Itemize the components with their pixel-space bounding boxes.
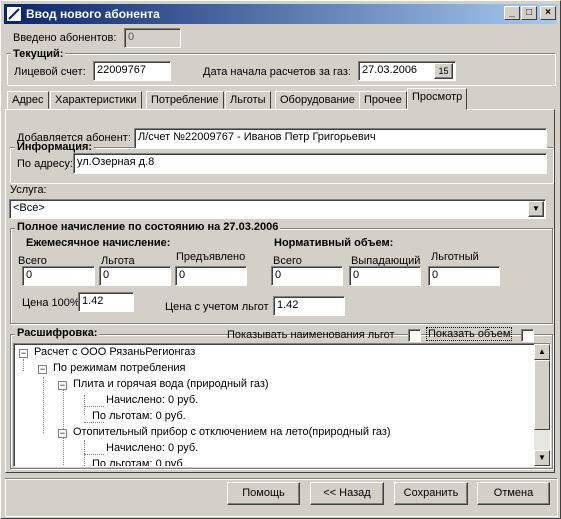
subscriber-field[interactable]: Л/счет №22009767 - Иванов Петр Григорьев… bbox=[134, 128, 547, 149]
presented-label: Предъявлено bbox=[176, 251, 246, 263]
scroll-thumb[interactable] bbox=[534, 360, 550, 430]
tree-item[interactable]: Плита и горячая вода (природный газ) bbox=[73, 378, 269, 390]
price-benefit-field[interactable]: 1.42 bbox=[273, 296, 345, 316]
decode-tree[interactable]: − Расчет с ООО РязаньРегионгаз − По режи… bbox=[13, 343, 551, 467]
account-field[interactable]: 22009767 bbox=[93, 61, 171, 81]
tree-item[interactable]: Отопительный прибор с отключением на лет… bbox=[73, 426, 391, 438]
collapse-icon[interactable]: − bbox=[38, 365, 47, 374]
tree-item[interactable]: По льготам: 0 руб. bbox=[92, 410, 186, 422]
tab-other[interactable]: Прочее bbox=[359, 91, 407, 109]
subscriber-label: Добавляется абонент: bbox=[17, 132, 131, 144]
account-label: Лицевой счет: bbox=[14, 66, 86, 78]
show-benefit-names-checkbox[interactable] bbox=[408, 329, 421, 342]
cancel-button[interactable]: Отмена bbox=[477, 482, 550, 505]
show-volume-label: Показать объем bbox=[426, 327, 513, 341]
close-button[interactable]: × bbox=[540, 6, 556, 20]
help-button[interactable]: Помощь bbox=[227, 482, 300, 505]
monthly-title: Ежемесячное начисление: bbox=[26, 237, 171, 249]
current-group-title: Текущий: bbox=[11, 48, 66, 60]
tree-item[interactable]: По льготам: 0 руб. bbox=[92, 458, 186, 466]
price100-label: Цена 100% bbox=[22, 297, 80, 309]
collapse-icon[interactable]: − bbox=[19, 349, 28, 358]
benefit-field[interactable]: 0 bbox=[99, 266, 171, 286]
maximize-button[interactable]: □ bbox=[521, 6, 537, 20]
norm-total-field[interactable]: 0 bbox=[271, 266, 343, 286]
total-field[interactable]: 0 bbox=[22, 266, 95, 286]
title-bar[interactable]: Ввод нового абонента _ □ × bbox=[4, 4, 557, 24]
dropping-field[interactable]: 0 bbox=[349, 266, 421, 286]
dialog-window: Ввод нового абонента _ □ × Введено абоне… bbox=[0, 0, 561, 519]
date-label: Дата начала расчетов за газ: bbox=[203, 66, 351, 78]
normative-title: Нормативный объем: bbox=[274, 237, 394, 249]
show-benefit-names-label: Показывать наименования льгот bbox=[227, 329, 395, 341]
tree-scrollbar[interactable]: ▲ ▼ bbox=[534, 344, 550, 466]
tree-item[interactable]: Начислено: 0 руб. bbox=[106, 442, 198, 454]
scroll-up-icon[interactable]: ▲ bbox=[534, 344, 550, 360]
entered-count-field: 0 bbox=[124, 28, 181, 48]
tree-item[interactable]: Начислено: 0 руб. bbox=[106, 394, 198, 406]
price-benefit-label: Цена с учетом льгот bbox=[165, 301, 269, 313]
service-select[interactable]: <Все> bbox=[9, 199, 546, 219]
tab-equipment[interactable]: Оборудование bbox=[275, 91, 360, 109]
tab-address[interactable]: Адрес bbox=[7, 91, 49, 109]
decode-title: Расшифровка: bbox=[15, 327, 100, 339]
address-label: По адресу: bbox=[17, 158, 73, 170]
minimize-button[interactable]: _ bbox=[504, 6, 520, 20]
address-field[interactable]: ул.Озерная д.8 bbox=[73, 153, 547, 174]
presented-field[interactable]: 0 bbox=[175, 266, 247, 286]
chevron-down-icon[interactable]: ▼ bbox=[528, 201, 544, 217]
back-button[interactable]: << Назад bbox=[310, 482, 384, 505]
tab-benefits[interactable]: Льготы bbox=[225, 91, 271, 109]
scroll-down-icon[interactable]: ▼ bbox=[534, 450, 550, 466]
accrual-title: Полное начисление по состоянию на 27.03.… bbox=[15, 221, 281, 233]
save-button[interactable]: Сохранить bbox=[394, 482, 468, 505]
service-label: Услуга: bbox=[10, 184, 47, 196]
window-title: Ввод нового абонента bbox=[26, 7, 160, 21]
tab-consumption[interactable]: Потребление bbox=[146, 91, 224, 109]
tab-preview[interactable]: Просмотр bbox=[407, 88, 468, 110]
entered-label: Введено абонентов: bbox=[13, 32, 117, 44]
calendar-icon[interactable]: 15 bbox=[434, 63, 453, 79]
collapse-icon[interactable]: − bbox=[58, 429, 67, 438]
collapse-icon[interactable]: − bbox=[58, 381, 67, 390]
tree-item[interactable]: Расчет с ООО РязаньРегионгаз bbox=[34, 346, 195, 358]
tab-characteristics[interactable]: Характеристики bbox=[50, 91, 142, 109]
app-icon bbox=[6, 6, 22, 22]
show-volume-checkbox[interactable] bbox=[521, 329, 534, 342]
preferential-field[interactable]: 0 bbox=[428, 266, 500, 286]
preferential-label: Льготный bbox=[431, 251, 479, 263]
tree-item[interactable]: По режимам потребления bbox=[53, 362, 186, 374]
price100-field[interactable]: 1.42 bbox=[78, 292, 134, 312]
